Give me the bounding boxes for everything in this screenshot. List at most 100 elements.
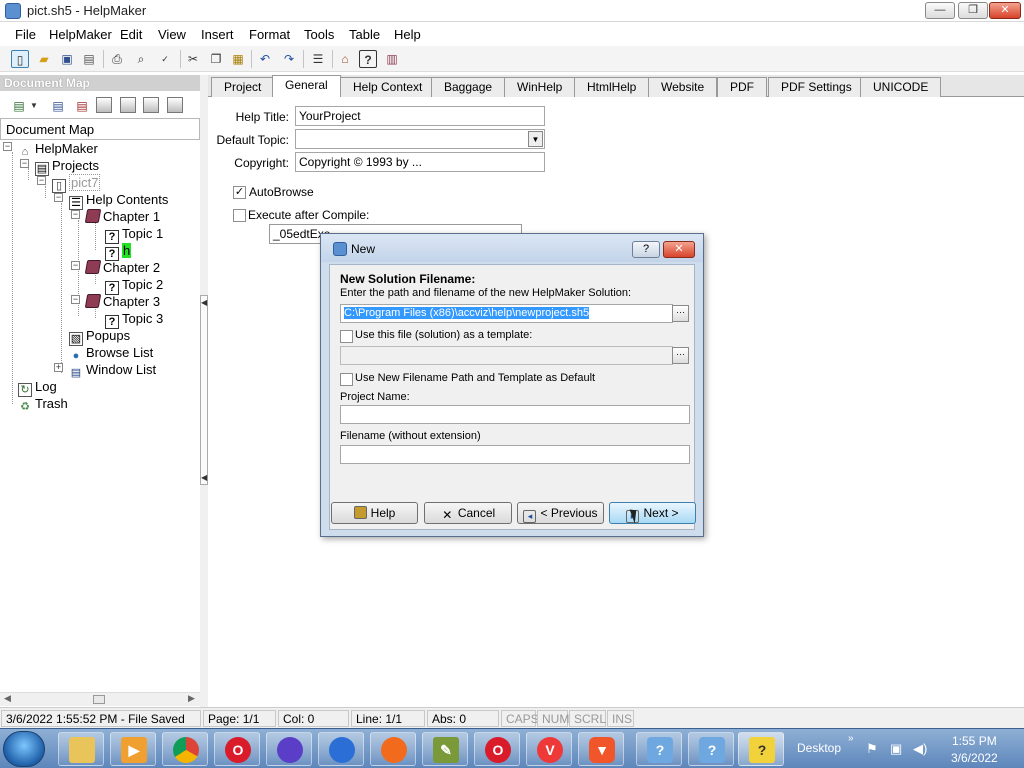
filename-input[interactable] bbox=[340, 445, 690, 464]
minimize-button[interactable]: — bbox=[925, 2, 955, 19]
tab-pdf-settings[interactable]: PDF Settings bbox=[768, 77, 865, 97]
use-template-checkbox[interactable] bbox=[340, 330, 353, 343]
dialog-help-button[interactable]: ? bbox=[632, 241, 660, 258]
paste-icon[interactable]: ▦ bbox=[229, 50, 247, 68]
taskbar-file-explorer[interactable] bbox=[58, 732, 104, 766]
menu-view[interactable]: View bbox=[158, 27, 186, 42]
taskbar-firefox-nightly[interactable] bbox=[370, 732, 416, 766]
tree-horizontal-scrollbar[interactable]: ◀ ▶ bbox=[0, 692, 200, 706]
tab-website[interactable]: Website bbox=[648, 77, 718, 97]
taskbar-firefox[interactable] bbox=[266, 732, 312, 766]
cut-icon[interactable]: ✂ bbox=[184, 50, 202, 68]
autobrowse-checkbox[interactable]: ✓ bbox=[233, 186, 246, 199]
tree-node-chapter-2[interactable]: Chapter 2 bbox=[84, 259, 160, 276]
save-icon[interactable]: ▣ bbox=[58, 50, 76, 68]
tree-node-topic-h[interactable]: ? h bbox=[105, 242, 132, 261]
taskbar-media-player[interactable]: ▶ bbox=[110, 732, 156, 766]
tab-project[interactable]: Project bbox=[211, 77, 275, 97]
tree-node-chapter-3[interactable]: Chapter 3 bbox=[84, 293, 160, 310]
collapse-left-icon[interactable]: ◀ bbox=[201, 473, 207, 482]
expander-chapter-2[interactable]: − bbox=[71, 261, 80, 270]
clock-date[interactable]: 3/6/2022 bbox=[951, 751, 998, 765]
tree-node-helpmaker[interactable]: ⌂ HelpMaker bbox=[18, 140, 98, 158]
taskbar-help-2[interactable]: ? bbox=[688, 732, 734, 766]
properties-icon[interactable]: ☰ bbox=[309, 50, 327, 68]
expander-project[interactable]: − bbox=[37, 176, 46, 185]
taskbar-help-1[interactable]: ? bbox=[636, 732, 682, 766]
taskbar-chrome[interactable] bbox=[162, 732, 208, 766]
use-as-default-checkbox[interactable] bbox=[340, 373, 353, 386]
tab-winhelp[interactable]: WinHelp bbox=[504, 77, 576, 97]
tab-general[interactable]: General bbox=[272, 75, 341, 97]
help-topic-icon[interactable]: ? bbox=[359, 50, 377, 68]
taskbar-opera-gx[interactable]: O bbox=[474, 732, 520, 766]
copy-icon[interactable]: ❐ bbox=[207, 50, 225, 68]
new-document-icon[interactable]: ▯ bbox=[11, 50, 29, 68]
tab-htmlhelp[interactable]: HtmlHelp bbox=[574, 77, 650, 97]
close-button[interactable]: ✕ bbox=[989, 2, 1021, 19]
template-path-input[interactable] bbox=[340, 346, 673, 365]
flag-icon[interactable]: ⚑ bbox=[866, 741, 878, 757]
delete-topic-icon[interactable]: ▤ bbox=[73, 97, 91, 115]
tab-baggage[interactable]: Baggage bbox=[431, 77, 506, 97]
splitter-grip[interactable]: ◀ ◀ bbox=[200, 295, 208, 485]
menu-table[interactable]: Table bbox=[349, 27, 380, 42]
add-topic-icon[interactable]: ▤ bbox=[10, 97, 28, 115]
project-name-input[interactable] bbox=[340, 405, 690, 424]
clock-time[interactable]: 1:55 PM bbox=[952, 734, 997, 748]
help-title-input[interactable]: YourProject bbox=[295, 106, 545, 126]
taskbar-helpmaker[interactable]: ? bbox=[738, 732, 784, 766]
save-all-icon[interactable]: ▤ bbox=[80, 50, 98, 68]
dialog-close-button[interactable]: ✕ bbox=[663, 241, 695, 258]
restore-button[interactable]: ❐ bbox=[958, 2, 988, 19]
dropdown-arrow-icon[interactable]: ▼ bbox=[528, 131, 543, 147]
move-down-icon[interactable] bbox=[120, 97, 136, 113]
expander-chapter-1[interactable]: − bbox=[71, 210, 80, 219]
tree-node-trash[interactable]: ♻ Trash bbox=[18, 395, 68, 413]
tab-unicode[interactable]: UNICODE bbox=[860, 77, 942, 97]
expander-help-contents[interactable]: − bbox=[54, 193, 63, 202]
menu-format[interactable]: Format bbox=[249, 27, 290, 42]
move-up-icon[interactable] bbox=[96, 97, 112, 113]
menu-insert[interactable]: Insert bbox=[201, 27, 234, 42]
document-tree[interactable]: − ⌂ HelpMaker − ▤ Projects − ▯ pict7 − ☰ Hel… bbox=[0, 140, 200, 692]
toolbar-expand-icon[interactable]: » bbox=[848, 733, 854, 744]
edit-topic-icon[interactable]: ▤ bbox=[49, 97, 67, 115]
cancel-button[interactable]: ✕ Cancel bbox=[424, 502, 512, 524]
scroll-right-icon[interactable]: ▶ bbox=[188, 693, 195, 704]
tree-node-topic-2[interactable]: ? Topic 2 bbox=[105, 276, 163, 295]
redo-icon[interactable]: ↷ bbox=[280, 50, 298, 68]
menu-file[interactable]: File bbox=[15, 27, 36, 42]
tree-node-topic-3[interactable]: ? Topic 3 bbox=[105, 310, 163, 329]
outdent-icon[interactable] bbox=[167, 97, 183, 113]
network-icon[interactable]: ▣ bbox=[890, 741, 902, 757]
expander-window-list[interactable]: + bbox=[54, 363, 63, 372]
expander-chapter-3[interactable]: − bbox=[71, 295, 80, 304]
browse-path-button[interactable]: ··· bbox=[672, 305, 689, 322]
execute-after-compile-checkbox[interactable] bbox=[233, 209, 246, 222]
tab-help-context[interactable]: Help Context bbox=[340, 77, 436, 97]
taskbar-brave[interactable]: ▼ bbox=[578, 732, 624, 766]
expander-projects[interactable]: − bbox=[20, 159, 29, 168]
scroll-thumb[interactable] bbox=[93, 695, 105, 704]
tree-node-projects[interactable]: ▤ Projects bbox=[35, 157, 99, 176]
browse-template-button[interactable]: ··· bbox=[672, 347, 689, 364]
menu-edit[interactable]: Edit bbox=[120, 27, 142, 42]
volume-icon[interactable]: ◀) bbox=[913, 741, 927, 757]
print-preview-icon[interactable]: ⌕ bbox=[132, 50, 150, 68]
dropdown-arrow-icon[interactable]: ▼ bbox=[28, 97, 40, 115]
taskbar-ide[interactable]: ✎ bbox=[422, 732, 468, 766]
scroll-left-icon[interactable]: ◀ bbox=[4, 693, 11, 704]
collapse-left-icon[interactable]: ◀ bbox=[201, 298, 207, 307]
dialog-help-action-button[interactable]: Help bbox=[331, 502, 418, 524]
books-icon[interactable]: ▥ bbox=[383, 50, 401, 68]
tree-node-window-list[interactable]: ▤ Window List bbox=[69, 361, 156, 379]
tree-node-topic-1[interactable]: ? Topic 1 bbox=[105, 225, 163, 244]
expander-helpmaker[interactable]: − bbox=[3, 142, 12, 151]
undo-icon[interactable]: ↶ bbox=[256, 50, 274, 68]
tree-node-popups[interactable]: ▧ Popups bbox=[69, 327, 130, 346]
print-icon[interactable]: ⎙ bbox=[108, 50, 126, 68]
home-icon[interactable]: ⌂ bbox=[336, 50, 354, 68]
tree-node-browse-list[interactable]: ● Browse List bbox=[69, 344, 154, 362]
tree-node-help-contents[interactable]: ☰ Help Contents bbox=[69, 191, 168, 210]
